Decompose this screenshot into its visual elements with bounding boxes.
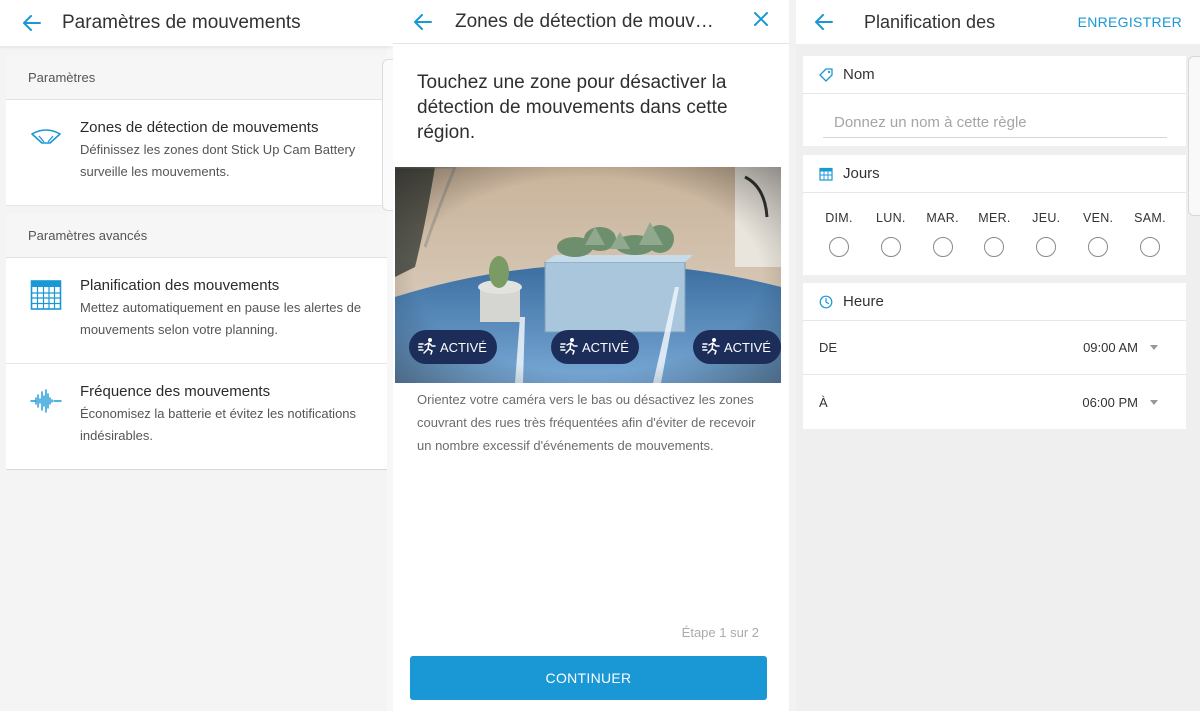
page-title: Paramètres de mouvements: [62, 12, 301, 33]
motion-zones-panel: Zones de détection de mouvements Touchez…: [393, 0, 789, 711]
day-tuesday[interactable]: MAR.: [923, 211, 963, 257]
zone-status-label: ACTIVÉ: [724, 339, 771, 355]
section-label-advanced: Paramètres avancés: [6, 214, 387, 258]
section-label-settings: Paramètres: [6, 56, 387, 100]
day-label: DIM.: [825, 211, 853, 225]
section-title: Heure: [843, 293, 884, 310]
to-time-value: 06:00 PM: [1082, 394, 1138, 410]
time-card: Heure DE 09:00 AM À 06:00 PM: [803, 283, 1186, 429]
zone-status-label: ACTIVÉ: [582, 339, 629, 355]
day-radio[interactable]: [829, 237, 849, 257]
from-time-row[interactable]: DE 09:00 AM: [803, 321, 1186, 375]
scroll-edge: [1188, 56, 1200, 216]
header: Zones de détection de mouvements: [393, 0, 789, 44]
panel-divider: [789, 0, 796, 711]
help-text: Orientez votre caméra vers le bas ou dés…: [417, 392, 756, 453]
item-title: Zones de détection de mouvements: [80, 119, 319, 136]
day-radio[interactable]: [880, 237, 901, 257]
setting-item-motion-schedule[interactable]: Planification des mouvements Mettez auto…: [6, 258, 387, 364]
zone-toggle-left[interactable]: ACTIVÉ: [409, 330, 497, 364]
days-selector: DIM. LUN. MAR. MER. JEU. VEN. SAM.: [803, 193, 1186, 257]
clock-icon: [819, 295, 833, 309]
day-thursday[interactable]: JEU.: [1026, 211, 1066, 257]
item-title: Fréquence des mouvements: [80, 383, 271, 400]
running-person-icon: [417, 337, 438, 358]
tag-icon: [819, 67, 833, 82]
frequency-wave-icon: [28, 384, 64, 418]
time-section-header: Heure: [803, 283, 1186, 321]
day-radio[interactable]: [1088, 237, 1109, 257]
name-section-header: Nom: [803, 56, 1186, 94]
save-button[interactable]: ENREGISTRER: [1078, 14, 1182, 30]
back-arrow-icon[interactable]: [22, 15, 42, 31]
day-friday[interactable]: VEN.: [1078, 211, 1118, 257]
day-label: JEU.: [1032, 211, 1061, 225]
day-label: MAR.: [926, 211, 959, 225]
dropdown-caret-icon: [1150, 345, 1158, 350]
day-label: MER.: [978, 211, 1011, 225]
continue-button[interactable]: CONTINUER: [410, 656, 767, 700]
instruction-text: Touchez une zone pour désactiver la déte…: [417, 72, 728, 143]
back-arrow-icon[interactable]: [814, 14, 834, 30]
to-label: À: [819, 394, 828, 410]
day-radio[interactable]: [1139, 237, 1160, 257]
zone-status-label: ACTIVÉ: [440, 339, 487, 355]
setting-item-motion-zones[interactable]: Zones de détection de mouvements Définis…: [6, 100, 387, 206]
to-time-row[interactable]: À 06:00 PM: [803, 375, 1186, 429]
rule-name-input[interactable]: [823, 108, 1167, 138]
running-person-icon: [559, 337, 580, 358]
header: Planification des ENREGISTRER: [796, 0, 1200, 44]
day-saturday[interactable]: SAM.: [1130, 211, 1170, 257]
day-label: LUN.: [875, 211, 906, 225]
item-description: Économisez la batterie et évitez les not…: [80, 406, 357, 443]
running-person-icon: [701, 337, 722, 358]
step-indicator: Étape 1 sur 2: [681, 625, 759, 640]
page-title: Planification des: [864, 11, 996, 32]
day-radio[interactable]: [932, 237, 953, 257]
day-monday[interactable]: LUN.: [871, 211, 911, 257]
dropdown-caret-icon: [1150, 399, 1158, 405]
day-label: SAM.: [1134, 211, 1166, 225]
motion-settings-panel: Paramètres de mouvements Paramètres Zone…: [0, 0, 393, 711]
calendar-icon: [28, 278, 64, 312]
day-sunday[interactable]: DIM.: [819, 211, 859, 257]
close-icon[interactable]: [753, 11, 769, 32]
page-title: Zones de détection de mouvements: [455, 10, 723, 32]
item-description: Définissez les zones dont Stick Up Cam B…: [80, 142, 356, 179]
days-card: Jours DIM. LUN. MAR. MER. JEU. VEN. SAM.: [803, 155, 1186, 275]
from-label: DE: [819, 340, 838, 355]
section-title: Nom: [843, 66, 875, 83]
zone-toggle-center[interactable]: ACTIVÉ: [551, 330, 639, 364]
item-title: Planification des mouvements: [80, 277, 280, 294]
day-radio[interactable]: [1036, 237, 1057, 257]
setting-item-motion-frequency[interactable]: Fréquence des mouvements Économisez la b…: [6, 364, 387, 470]
zone-toggle-right[interactable]: ACTIVÉ: [693, 330, 781, 364]
day-label: VEN.: [1082, 211, 1114, 225]
motion-zone-icon: [28, 120, 64, 154]
name-card: Nom: [803, 56, 1186, 146]
days-section-header: Jours: [803, 155, 1186, 193]
calendar-icon: [819, 167, 833, 181]
day-wednesday[interactable]: MER.: [974, 211, 1014, 257]
motion-schedule-panel: Planification des ENREGISTRER Nom Jours …: [796, 0, 1200, 711]
item-description: Mettez automatiquement en pause les aler…: [80, 300, 362, 337]
header: Paramètres de mouvements: [0, 0, 393, 46]
section-title: Jours: [843, 165, 880, 182]
day-radio[interactable]: [984, 237, 1005, 257]
scroll-edge: [382, 59, 393, 211]
back-arrow-icon[interactable]: [413, 13, 433, 30]
from-time-value: 09:00 AM: [1083, 340, 1138, 355]
